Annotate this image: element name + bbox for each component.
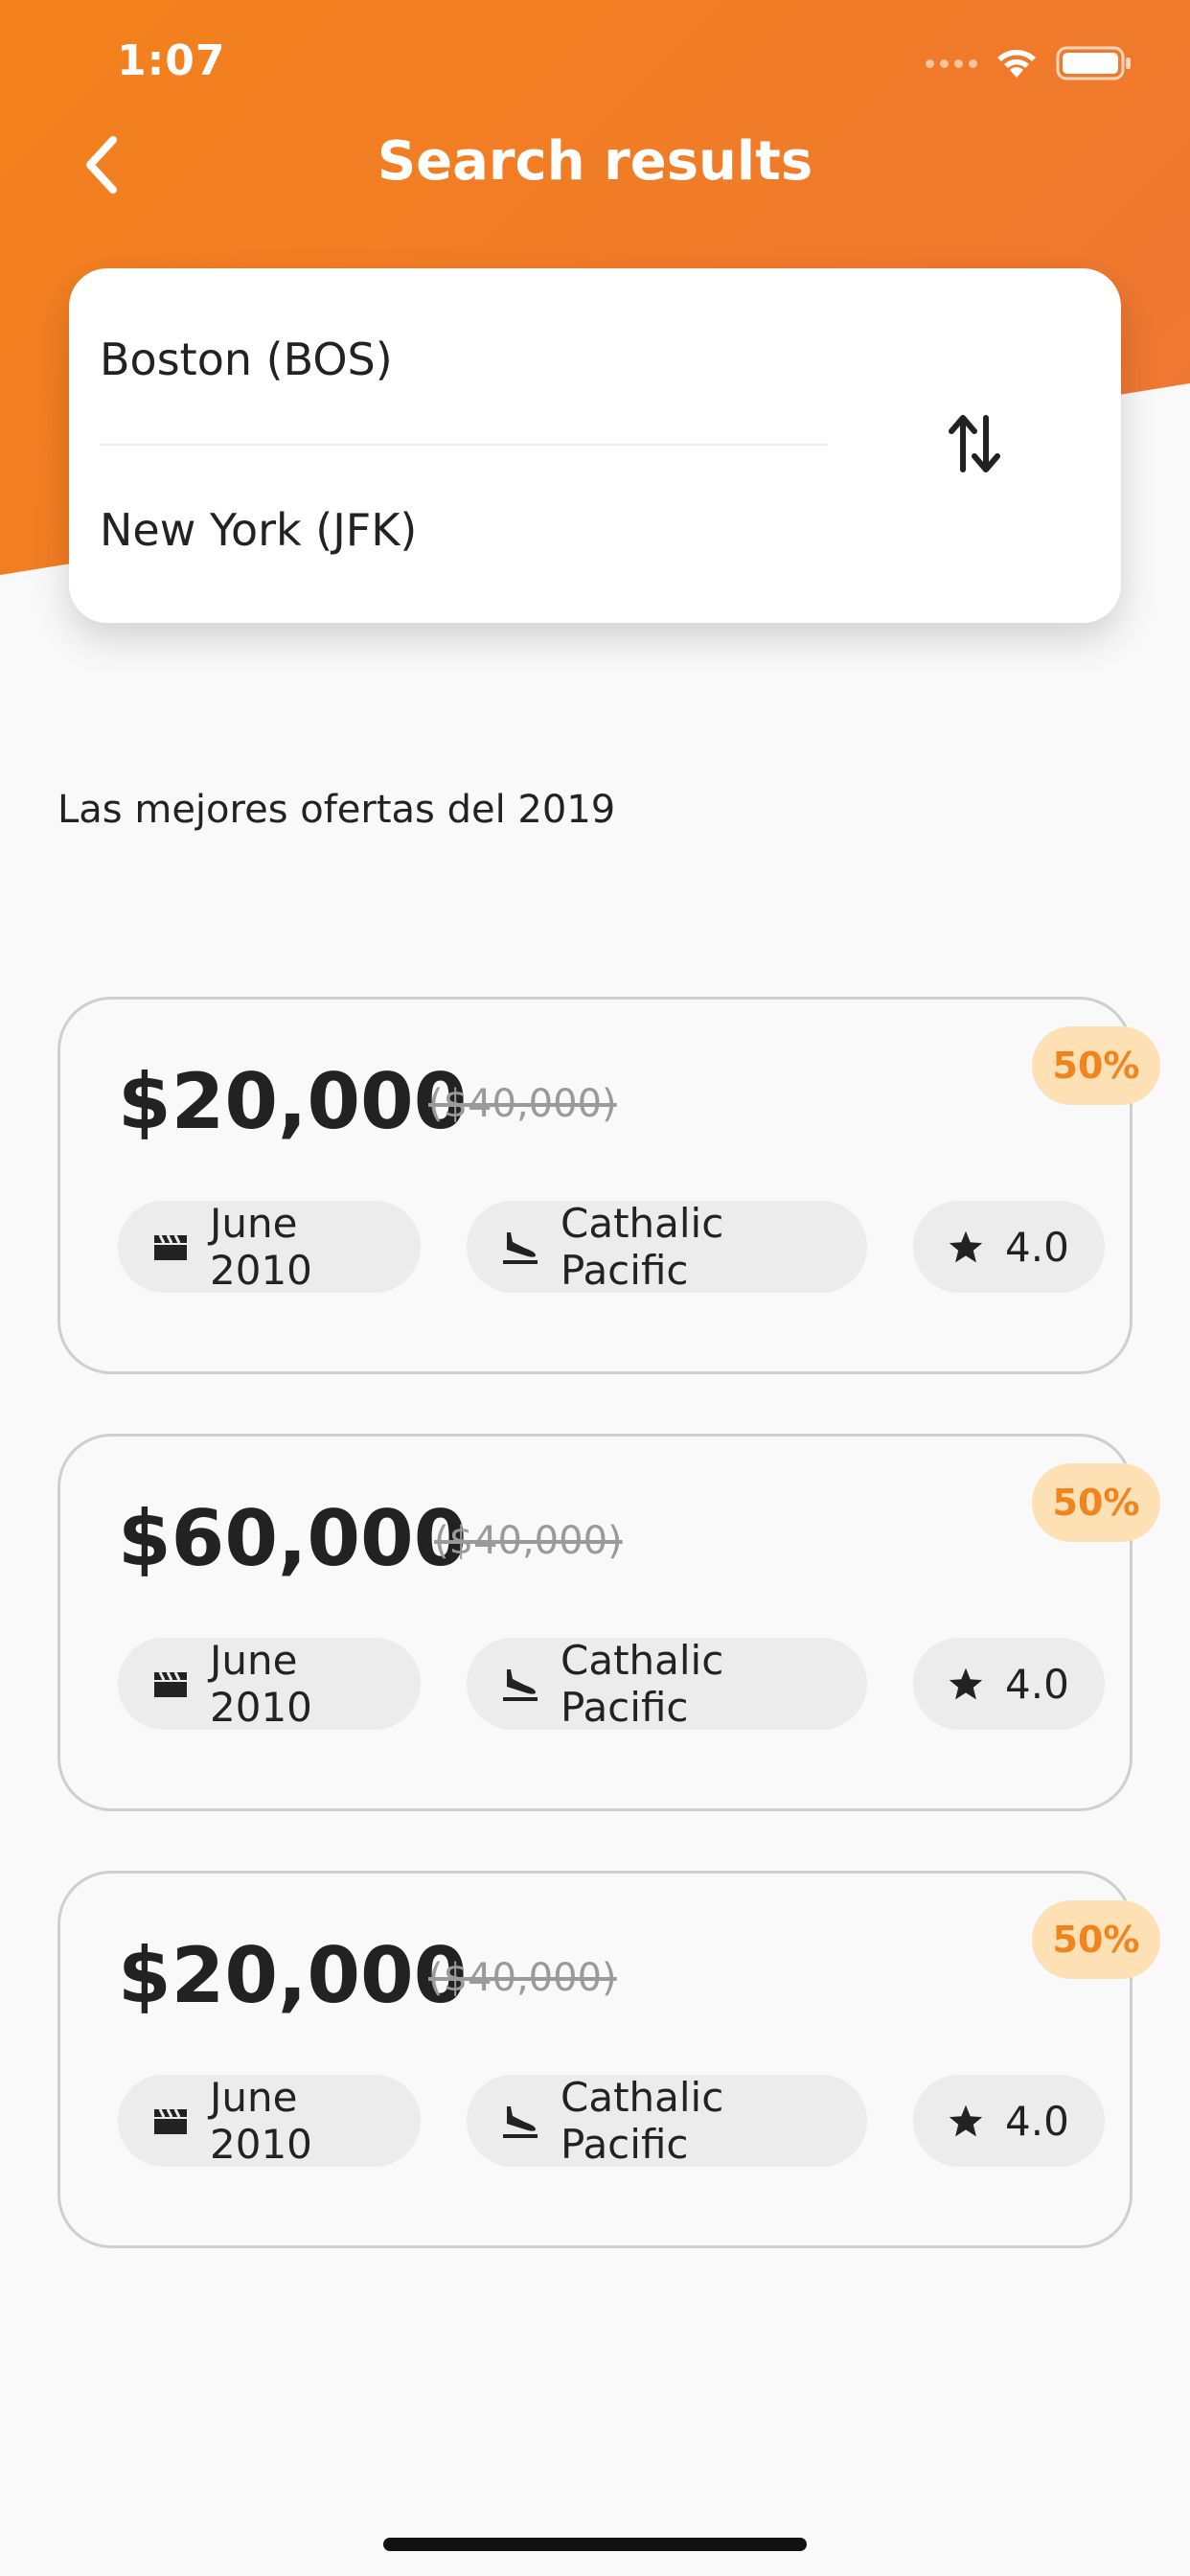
home-indicator[interactable] bbox=[383, 2538, 807, 2551]
date-label: June 2010 bbox=[210, 1637, 312, 1731]
origin-field[interactable]: Boston (BOS) bbox=[100, 307, 828, 412]
airline-label: Cathalic Pacific bbox=[561, 2074, 724, 2168]
section-heading: Las mejores ofertas del 2019 bbox=[57, 788, 616, 832]
discount-badge: 50% bbox=[1032, 1463, 1160, 1542]
rating-label: 4.0 bbox=[1005, 2097, 1069, 2145]
wifi-icon bbox=[995, 47, 1039, 80]
star-icon bbox=[948, 2104, 984, 2138]
star-icon bbox=[948, 1230, 984, 1264]
clapperboard-icon bbox=[152, 1231, 189, 1262]
flight-land-icon bbox=[501, 2103, 539, 2139]
route-card: Boston (BOS) New York (JFK) bbox=[69, 268, 1121, 623]
page-title: Search results bbox=[377, 130, 813, 193]
status-time: 1:07 bbox=[117, 36, 226, 85]
swap-vertical-icon bbox=[946, 410, 1003, 481]
rating-chip[interactable]: 4.0 bbox=[913, 2075, 1105, 2167]
offer-price: $20,000 bbox=[118, 1057, 468, 1146]
route-divider bbox=[100, 444, 828, 446]
offer-old-price: ($40,000) bbox=[428, 1082, 617, 1126]
date-label: June 2010 bbox=[210, 2074, 312, 2168]
offer-price: $60,000 bbox=[118, 1494, 468, 1583]
star-icon bbox=[948, 1667, 984, 1701]
signal-dots-icon bbox=[926, 58, 977, 68]
airline-chip[interactable]: Cathalic Pacific bbox=[467, 2074, 867, 2168]
flight-land-icon bbox=[501, 1666, 539, 1702]
swap-button[interactable] bbox=[931, 402, 1018, 489]
battery-icon bbox=[1056, 46, 1133, 80]
nav-bar: Search results bbox=[0, 115, 1190, 220]
offer-card[interactable]: $20,000 ($40,000) 50% June 2010 Cathalic… bbox=[57, 997, 1160, 1374]
date-label: June 2010 bbox=[210, 1200, 312, 1294]
offer-price: $20,000 bbox=[118, 1931, 468, 2020]
flight-land-icon bbox=[501, 1229, 539, 1265]
rating-label: 4.0 bbox=[1005, 1223, 1069, 1271]
airline-label: Cathalic Pacific bbox=[561, 1637, 724, 1731]
offer-old-price: ($40,000) bbox=[434, 1519, 623, 1563]
airline-chip[interactable]: Cathalic Pacific bbox=[467, 1637, 867, 1731]
date-chip[interactable]: June 2010 bbox=[118, 1200, 421, 1294]
offer-old-price: ($40,000) bbox=[428, 1956, 617, 2000]
rating-label: 4.0 bbox=[1005, 1660, 1069, 1708]
status-bar: 1:07 bbox=[0, 0, 1190, 134]
discount-badge: 50% bbox=[1032, 1026, 1160, 1105]
rating-chip[interactable]: 4.0 bbox=[913, 1201, 1105, 1293]
clapperboard-icon bbox=[152, 1668, 189, 1699]
status-icons bbox=[926, 46, 1133, 80]
date-chip[interactable]: June 2010 bbox=[118, 1637, 421, 1731]
offer-card[interactable]: $60,000 ($40,000) 50% June 2010 Cathalic… bbox=[57, 1434, 1160, 1811]
clapperboard-icon bbox=[152, 2105, 189, 2136]
discount-badge: 50% bbox=[1032, 1900, 1160, 1979]
date-chip[interactable]: June 2010 bbox=[118, 2074, 421, 2168]
rating-chip[interactable]: 4.0 bbox=[913, 1638, 1105, 1730]
destination-field[interactable]: New York (JFK) bbox=[100, 477, 828, 583]
offer-card[interactable]: $20,000 ($40,000) 50% June 2010 Cathalic… bbox=[57, 1871, 1160, 2248]
airline-label: Cathalic Pacific bbox=[561, 1200, 724, 1294]
airline-chip[interactable]: Cathalic Pacific bbox=[467, 1200, 867, 1294]
